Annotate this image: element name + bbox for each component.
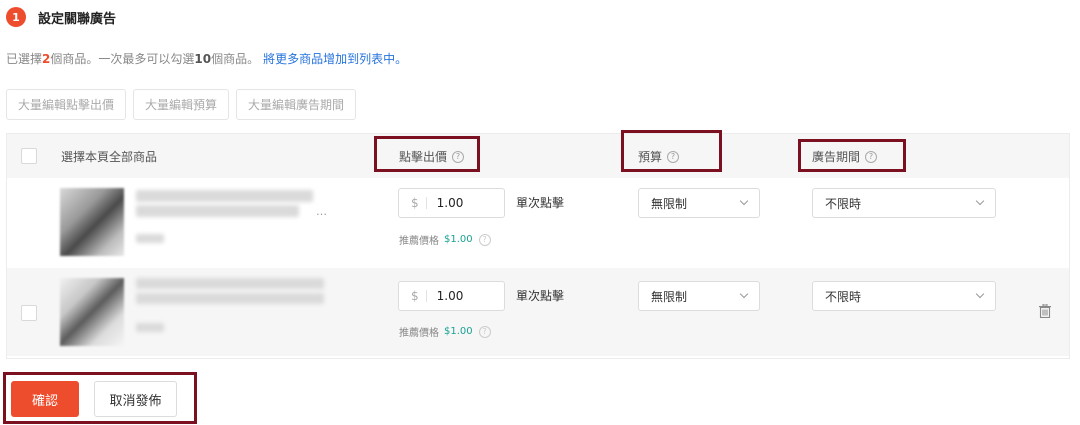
product-name-redacted <box>136 205 299 217</box>
bulk-edit-toolbar: 大量編輯點擊出價 大量編輯預算 大量編輯廣告期間 <box>6 89 357 120</box>
info-mid: 個商品。一次最多可以勾選 <box>50 52 195 66</box>
step-number-badge: 1 <box>6 7 26 27</box>
suggested-price: 推薦價格 $1.00 ? <box>399 232 491 247</box>
period-select[interactable]: 不限時 <box>812 188 996 218</box>
budget-select[interactable]: 無限制 <box>638 188 760 218</box>
product-name-redacted <box>136 278 324 289</box>
select-all-label: 選擇本頁全部商品 <box>61 150 158 164</box>
product-variant-redacted <box>136 234 164 243</box>
chevron-down-icon <box>739 289 749 299</box>
max-count: 10 <box>194 52 212 66</box>
step-header: 1 設定關聯廣告 <box>6 7 116 27</box>
highlight-box <box>798 139 906 172</box>
currency-symbol: $ <box>411 290 427 302</box>
trash-icon[interactable] <box>1039 304 1051 318</box>
info-prefix: 已選擇 <box>6 52 43 66</box>
product-thumbnail <box>60 278 124 346</box>
bid-price-value: 1.00 <box>436 289 464 303</box>
product-name-redacted <box>136 293 324 304</box>
product-table: 選擇本頁全部商品 點擊出價 ? 預算 ? 廣告期間 ? … $ 1.00 單次點… <box>6 133 1070 359</box>
suggested-price: 推薦價格 $1.00 ? <box>399 324 491 339</box>
bid-price-input[interactable]: $ 1.00 <box>398 188 505 218</box>
table-header: 選擇本頁全部商品 點擊出價 ? 預算 ? 廣告期間 ? <box>7 134 1069 178</box>
row-checkbox[interactable] <box>21 305 37 321</box>
table-row: $ 1.00 單次點擊 推薦價格 $1.00 ? 無限制 不限時 <box>7 268 1069 356</box>
bulk-edit-budget-button[interactable]: 大量編輯預算 <box>133 89 230 120</box>
period-select-value: 不限時 <box>825 196 862 211</box>
highlight-box <box>374 136 480 172</box>
product-name-redacted <box>136 190 313 202</box>
confirm-button[interactable]: 確認 <box>11 381 79 417</box>
suggested-price-label: 推薦價格 <box>399 328 439 339</box>
bid-price-input[interactable]: $ 1.00 <box>398 281 505 311</box>
selection-info: 已選擇2個商品。一次最多可以勾選10個商品。 將更多商品增加到列表中。 <box>6 50 407 67</box>
bulk-edit-bid-button[interactable]: 大量編輯點擊出價 <box>6 89 127 120</box>
cancel-publish-button[interactable]: 取消發佈 <box>94 381 177 417</box>
suggested-price-value: $1.00 <box>444 234 473 245</box>
help-icon[interactable]: ? <box>478 233 491 246</box>
add-more-products-link[interactable]: 將更多商品增加到列表中。 <box>263 52 407 66</box>
chevron-down-icon <box>975 289 985 299</box>
suggested-price-label: 推薦價格 <box>399 236 439 247</box>
help-icon[interactable]: ? <box>478 325 491 338</box>
period-select-value: 不限時 <box>825 289 862 304</box>
bid-unit-label: 單次點擊 <box>516 289 565 303</box>
info-suffix: 個商品。 <box>211 52 260 66</box>
select-all-checkbox[interactable] <box>21 148 37 164</box>
chevron-down-icon <box>975 196 985 206</box>
period-select[interactable]: 不限時 <box>812 281 996 311</box>
highlight-box <box>621 130 722 172</box>
chevron-down-icon <box>739 196 749 206</box>
currency-symbol: $ <box>411 197 427 209</box>
suggested-price-value: $1.00 <box>444 326 473 337</box>
table-row: … $ 1.00 單次點擊 推薦價格 $1.00 ? 無限制 不限時 <box>7 178 1069 266</box>
step-title: 設定關聯廣告 <box>38 11 117 27</box>
product-variant-redacted <box>136 323 164 332</box>
budget-select-value: 無限制 <box>651 196 688 211</box>
budget-select-value: 無限制 <box>651 289 688 304</box>
bid-unit-label: 單次點擊 <box>516 196 565 210</box>
bid-price-value: 1.00 <box>436 196 464 210</box>
budget-select[interactable]: 無限制 <box>638 281 760 311</box>
bulk-edit-period-button[interactable]: 大量編輯廣告期間 <box>236 89 357 120</box>
product-thumbnail <box>60 188 124 256</box>
product-name-ellipsis: … <box>316 205 327 218</box>
